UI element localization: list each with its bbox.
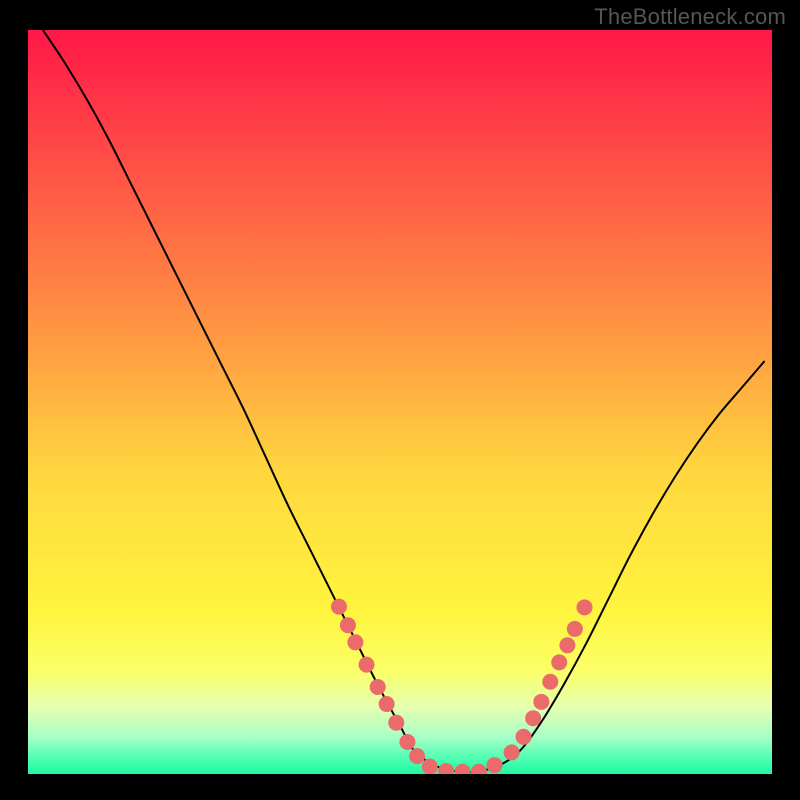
plot-area	[28, 30, 772, 774]
gradient-background	[28, 30, 772, 774]
attribution-text: TheBottleneck.com	[594, 4, 786, 30]
chart-stage: TheBottleneck.com	[0, 0, 800, 800]
